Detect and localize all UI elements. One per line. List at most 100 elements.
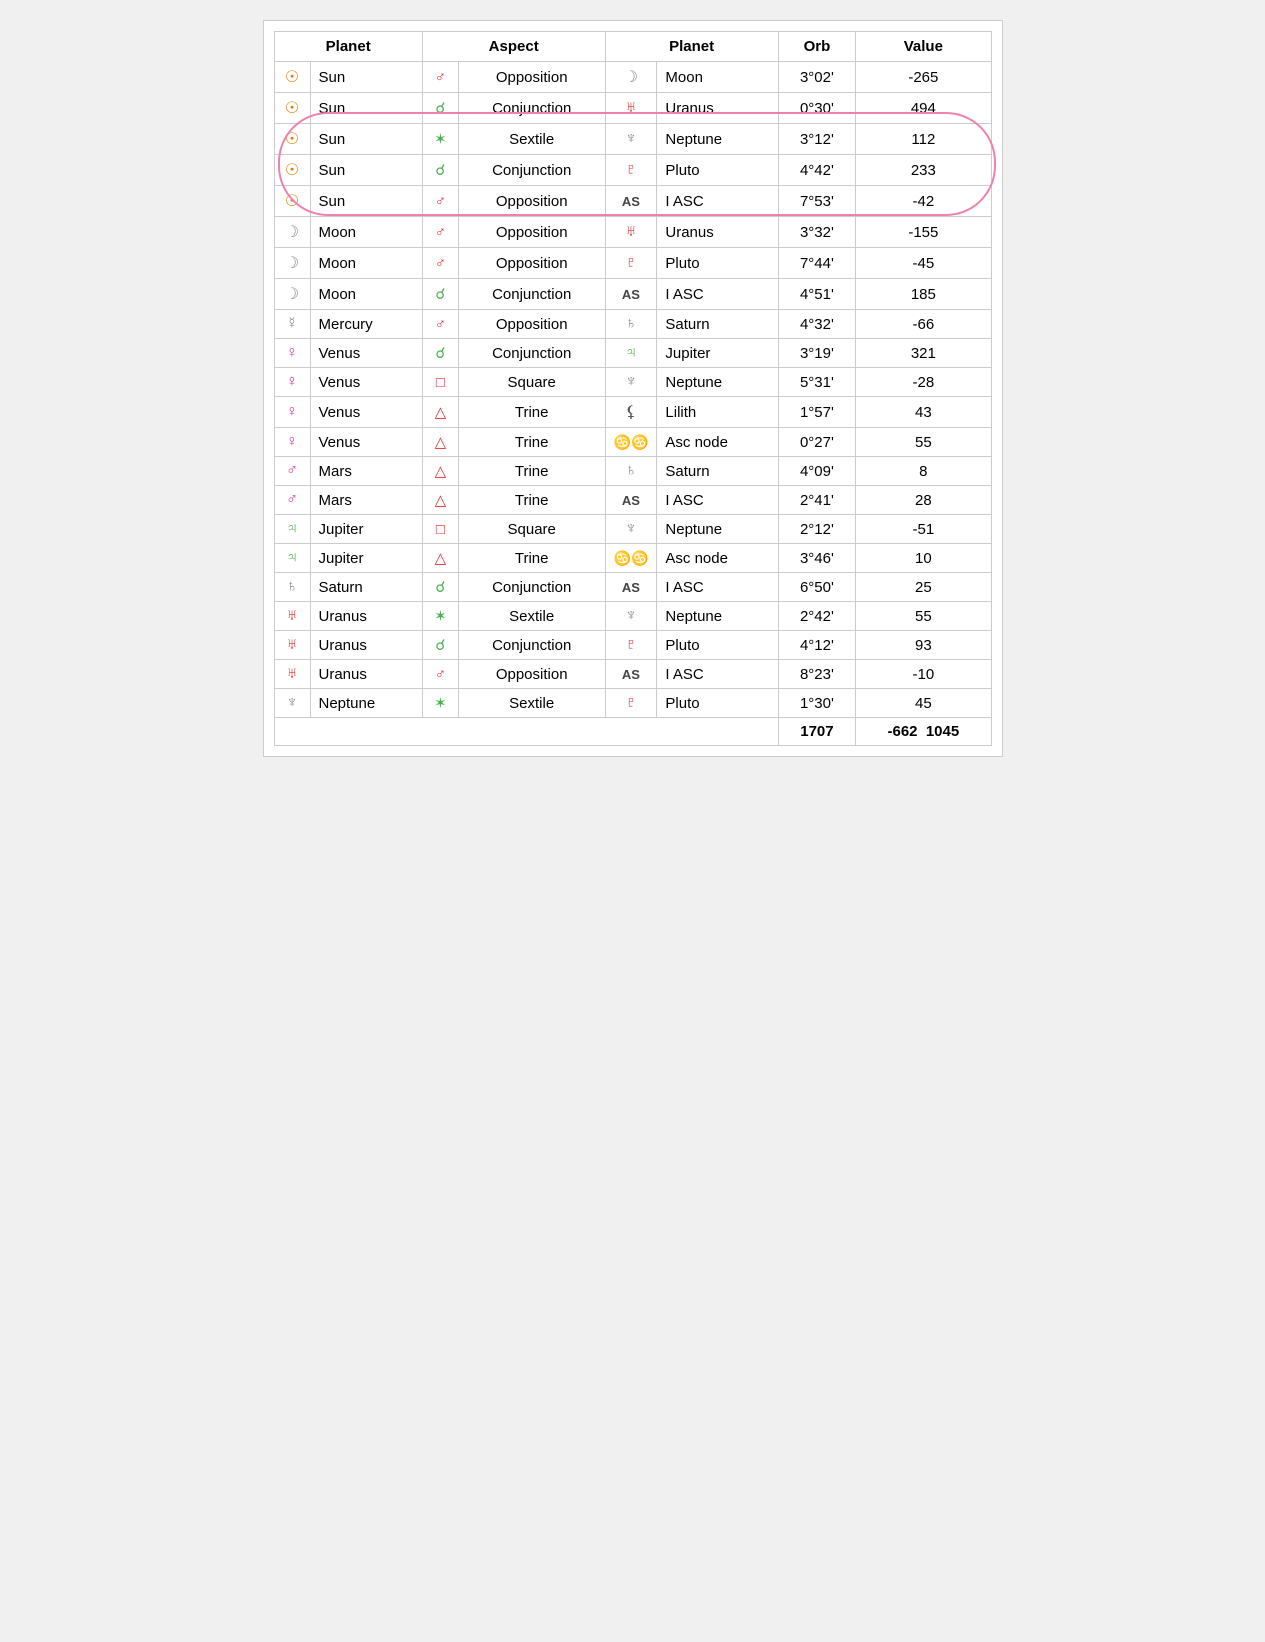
- planet1-symbol: ☿: [286, 315, 298, 332]
- orb-value: 0°27': [778, 428, 856, 457]
- aspect-value: 45: [856, 689, 991, 718]
- planet2-symbol: ♄: [625, 315, 637, 332]
- planet1-symbol-cell: ☉: [274, 93, 310, 124]
- table-row: ☽ Moon ♂ Opposition ♅ Uranus 3°32' -155: [274, 217, 991, 248]
- aspect-name: Conjunction: [458, 279, 605, 310]
- planet1-symbol-cell: ♆: [274, 689, 310, 718]
- planet2-name: Jupiter: [657, 339, 778, 368]
- aspect-symbol: ✶: [434, 608, 447, 625]
- planet2-symbol: ♇: [625, 254, 637, 271]
- planet2-name: Asc node: [657, 428, 778, 457]
- planet1-symbol: ♀: [286, 403, 298, 420]
- aspect-symbol-cell: ✶: [422, 689, 458, 718]
- planet2-symbol: ♇: [625, 636, 637, 653]
- planet2-symbol: AS: [622, 194, 640, 209]
- planet1-symbol: ☉: [285, 69, 299, 86]
- planet2-name: Pluto: [657, 248, 778, 279]
- orb-value: 2°42': [778, 602, 856, 631]
- aspect-symbol: ✶: [434, 695, 447, 712]
- planet1-name: Mars: [310, 486, 422, 515]
- planet1-name: Sun: [310, 186, 422, 217]
- aspect-symbol-cell: ✶: [422, 602, 458, 631]
- aspect-name: Sextile: [458, 689, 605, 718]
- planet1-symbol-cell: ♄: [274, 573, 310, 602]
- aspect-value: -265: [856, 62, 991, 93]
- planet2-symbol-cell: ♅: [605, 217, 657, 248]
- aspect-value: 55: [856, 428, 991, 457]
- aspect-name: Sextile: [458, 124, 605, 155]
- aspect-symbol-cell: ☌: [422, 339, 458, 368]
- planet1-symbol-cell: ♀: [274, 397, 310, 428]
- table-row: ♅ Uranus ✶ Sextile ♆ Neptune 2°42' 55: [274, 602, 991, 631]
- aspect-value: -155: [856, 217, 991, 248]
- planet1-symbol: ♃: [286, 520, 298, 537]
- planet1-symbol: ♂: [286, 462, 298, 479]
- table-row: ☉ Sun ☌ Conjunction ♇ Pluto 4°42' 233: [274, 155, 991, 186]
- planet1-name: Neptune: [310, 689, 422, 718]
- planet2-symbol-cell: ♅: [605, 93, 657, 124]
- planet1-name: Sun: [310, 93, 422, 124]
- aspect-value: -10: [856, 660, 991, 689]
- planet1-symbol-cell: ☿: [274, 310, 310, 339]
- aspect-symbol: △: [435, 463, 447, 480]
- aspect-name: Conjunction: [458, 93, 605, 124]
- table-row: ♃ Jupiter □ Square ♆ Neptune 2°12' -51: [274, 515, 991, 544]
- planet2-symbol: ☽: [624, 69, 638, 86]
- aspect-symbol: ☌: [435, 286, 445, 303]
- footer-row: 1707 -662 1045: [274, 718, 991, 746]
- planet1-symbol-cell: ♀: [274, 339, 310, 368]
- planet2-symbol: ♃: [625, 344, 637, 361]
- planet1-symbol: ♆: [286, 694, 298, 711]
- aspect-name: Opposition: [458, 186, 605, 217]
- planet1-symbol: ☉: [285, 193, 299, 210]
- table-row: ☉ Sun ♂ Opposition AS I ASC 7°53' -42: [274, 186, 991, 217]
- aspect-name: Trine: [458, 486, 605, 515]
- orb-value: 4°09': [778, 457, 856, 486]
- planet2-symbol-cell: ♆: [605, 602, 657, 631]
- aspect-name: Opposition: [458, 217, 605, 248]
- planet1-symbol-cell: ☉: [274, 155, 310, 186]
- aspect-name: Conjunction: [458, 573, 605, 602]
- aspect-name: Conjunction: [458, 631, 605, 660]
- planet2-symbol: ♅: [625, 223, 637, 240]
- table-row: ♂ Mars △ Trine AS I ASC 2°41' 28: [274, 486, 991, 515]
- planet1-symbol: ♃: [286, 549, 298, 566]
- planet1-name: Moon: [310, 217, 422, 248]
- planet1-name: Venus: [310, 339, 422, 368]
- aspect-name: Opposition: [458, 660, 605, 689]
- table-row: ☉ Sun ✶ Sextile ♆ Neptune 3°12' 112: [274, 124, 991, 155]
- planet1-symbol: ♅: [286, 607, 298, 624]
- planet1-name: Venus: [310, 368, 422, 397]
- orb-value: 7°53': [778, 186, 856, 217]
- table-row: ♂ Mars △ Trine ♄ Saturn 4°09' 8: [274, 457, 991, 486]
- aspect-symbol: ✶: [434, 131, 447, 148]
- planet1-name: Venus: [310, 428, 422, 457]
- aspect-symbol: ♂: [435, 316, 446, 333]
- aspect-symbol-cell: ☌: [422, 631, 458, 660]
- planet2-name: Neptune: [657, 602, 778, 631]
- planet1-name: Saturn: [310, 573, 422, 602]
- planet2-name: Neptune: [657, 515, 778, 544]
- planet1-symbol-cell: ♂: [274, 457, 310, 486]
- planet2-symbol-cell: ♋♋: [605, 428, 657, 457]
- planet1-symbol-cell: ♀: [274, 428, 310, 457]
- orb-value: 2°41': [778, 486, 856, 515]
- aspect-symbol-cell: ♂: [422, 660, 458, 689]
- planet2-symbol: ♋♋: [614, 550, 649, 566]
- orb-value: 1°30': [778, 689, 856, 718]
- aspect-value: 8: [856, 457, 991, 486]
- table-row: ☽ Moon ☌ Conjunction AS I ASC 4°51' 185: [274, 279, 991, 310]
- planet1-symbol: ♄: [286, 578, 298, 595]
- planet2-symbol: ⚸: [625, 404, 637, 421]
- aspect-name: Trine: [458, 428, 605, 457]
- planet2-name: Uranus: [657, 217, 778, 248]
- aspect-name: Opposition: [458, 62, 605, 93]
- aspect-symbol-cell: △: [422, 457, 458, 486]
- planet1-symbol-cell: ☉: [274, 186, 310, 217]
- planet1-symbol-cell: ☽: [274, 217, 310, 248]
- planet1-symbol: ☽: [285, 255, 299, 272]
- aspect-value: 10: [856, 544, 991, 573]
- aspect-symbol: ☌: [435, 637, 445, 654]
- planet1-name: Uranus: [310, 631, 422, 660]
- planet1-symbol: ☉: [285, 100, 299, 117]
